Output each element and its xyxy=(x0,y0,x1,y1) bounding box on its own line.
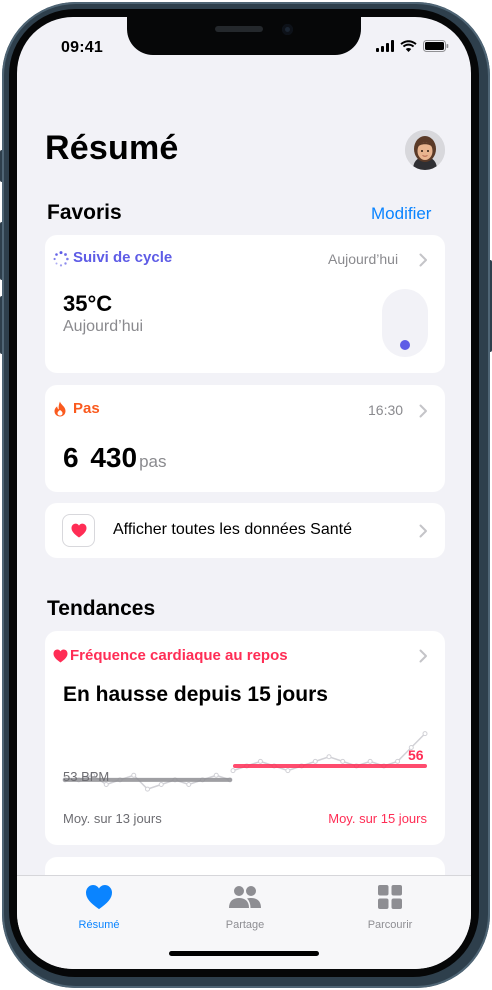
heart-icon xyxy=(86,885,112,910)
resting-heart-rate-label: Fréquence cardiaque au repos xyxy=(70,647,288,664)
legend-15-day-average: Moy. sur 15 jours xyxy=(328,811,427,826)
show-all-health-data-row[interactable]: Afficher toutes les données Santé xyxy=(45,503,445,558)
people-icon xyxy=(229,886,261,908)
average-label-low: 53 BPM xyxy=(63,769,110,784)
steps-card[interactable]: Pas 16:30 6 430 pas xyxy=(45,385,445,492)
page-title: Résumé xyxy=(45,129,179,167)
cycle-day-dot xyxy=(400,340,410,350)
series-13-day-point xyxy=(131,772,137,778)
series-15-day-point xyxy=(230,768,236,774)
tab-browse-label: Parcourir xyxy=(367,919,413,931)
status-icons xyxy=(376,40,449,52)
health-app-icon xyxy=(62,514,95,547)
cycle-tracking-icon xyxy=(53,251,69,267)
chevron-right-icon xyxy=(419,649,427,663)
legend-13-day-average: Moy. sur 13 jours xyxy=(63,811,162,826)
series-15-day-point xyxy=(257,758,263,764)
steps-label: Pas xyxy=(73,400,100,417)
cycle-tracking-card[interactable]: Suivi de cycle Aujourd’hui 35°C Aujourd’… xyxy=(45,235,445,373)
profile-avatar[interactable] xyxy=(405,130,445,170)
chevron-right-icon xyxy=(419,253,427,267)
edit-favorites-link[interactable]: Modifier xyxy=(371,204,431,224)
series-15-day-point xyxy=(312,758,318,764)
tab-browse[interactable]: Parcourir xyxy=(340,884,440,931)
series-15-day-point xyxy=(395,758,401,764)
chevron-right-icon xyxy=(419,524,427,538)
steps-value: 6 430 xyxy=(63,442,138,473)
series-15-day-point xyxy=(340,758,346,764)
cellular-signal-icon xyxy=(376,40,394,52)
speaker xyxy=(215,26,263,32)
home-indicator[interactable] xyxy=(169,951,319,956)
cycle-tracking-time: Aujourd’hui xyxy=(328,251,399,267)
series-13-day-point xyxy=(186,782,192,787)
screen: 09:41 Résumé Favoris Modifier Suivi de c… xyxy=(17,17,471,969)
series-13-day-point xyxy=(145,786,150,792)
grid-icon xyxy=(378,885,402,909)
average-label-high: 56 xyxy=(408,747,424,763)
chevron-right-icon xyxy=(419,404,427,418)
cycle-tracking-label: Suivi de cycle xyxy=(73,249,173,266)
series-15-day-point xyxy=(326,754,332,760)
trend-headline: En hausse depuis 15 jours xyxy=(63,683,328,706)
tab-sharing[interactable]: Partage xyxy=(195,884,295,931)
steps-value-row: 6 430 pas xyxy=(63,442,167,474)
show-all-health-data-label: Afficher toutes les données Santé xyxy=(113,521,352,538)
steps-unit: pas xyxy=(139,452,167,471)
tab-sharing-label: Partage xyxy=(225,919,265,931)
memoji-avatar-icon xyxy=(405,130,445,170)
tab-summary-label: Résumé xyxy=(78,919,120,931)
cycle-temperature-sub: Aujourd’hui xyxy=(63,318,144,335)
resting-heart-rate-card[interactable]: Fréquence cardiaque au repos En hausse d… xyxy=(45,631,445,845)
battery-icon xyxy=(423,40,449,52)
trend-chart xyxy=(62,731,428,792)
front-camera xyxy=(282,24,293,35)
wifi-icon xyxy=(400,40,417,52)
trends-section-title: Tendances xyxy=(47,597,156,620)
steps-time: 16:30 xyxy=(368,402,404,418)
notch xyxy=(127,17,361,55)
flame-icon xyxy=(54,401,66,417)
favorites-section-title: Favoris xyxy=(47,201,122,224)
series-15-day-point xyxy=(422,731,428,737)
status-time: 09:41 xyxy=(61,39,103,56)
series-15-day-point xyxy=(285,768,291,774)
tab-summary[interactable]: Résumé xyxy=(49,884,149,931)
heart-icon xyxy=(53,649,68,663)
cycle-day-indicator xyxy=(382,289,428,357)
heart-icon xyxy=(71,523,87,538)
cycle-temperature-value: 35°C xyxy=(63,291,113,316)
series-15-day-point xyxy=(367,758,373,764)
series-13-day-point xyxy=(158,782,164,787)
series-13-day-point xyxy=(213,772,219,778)
